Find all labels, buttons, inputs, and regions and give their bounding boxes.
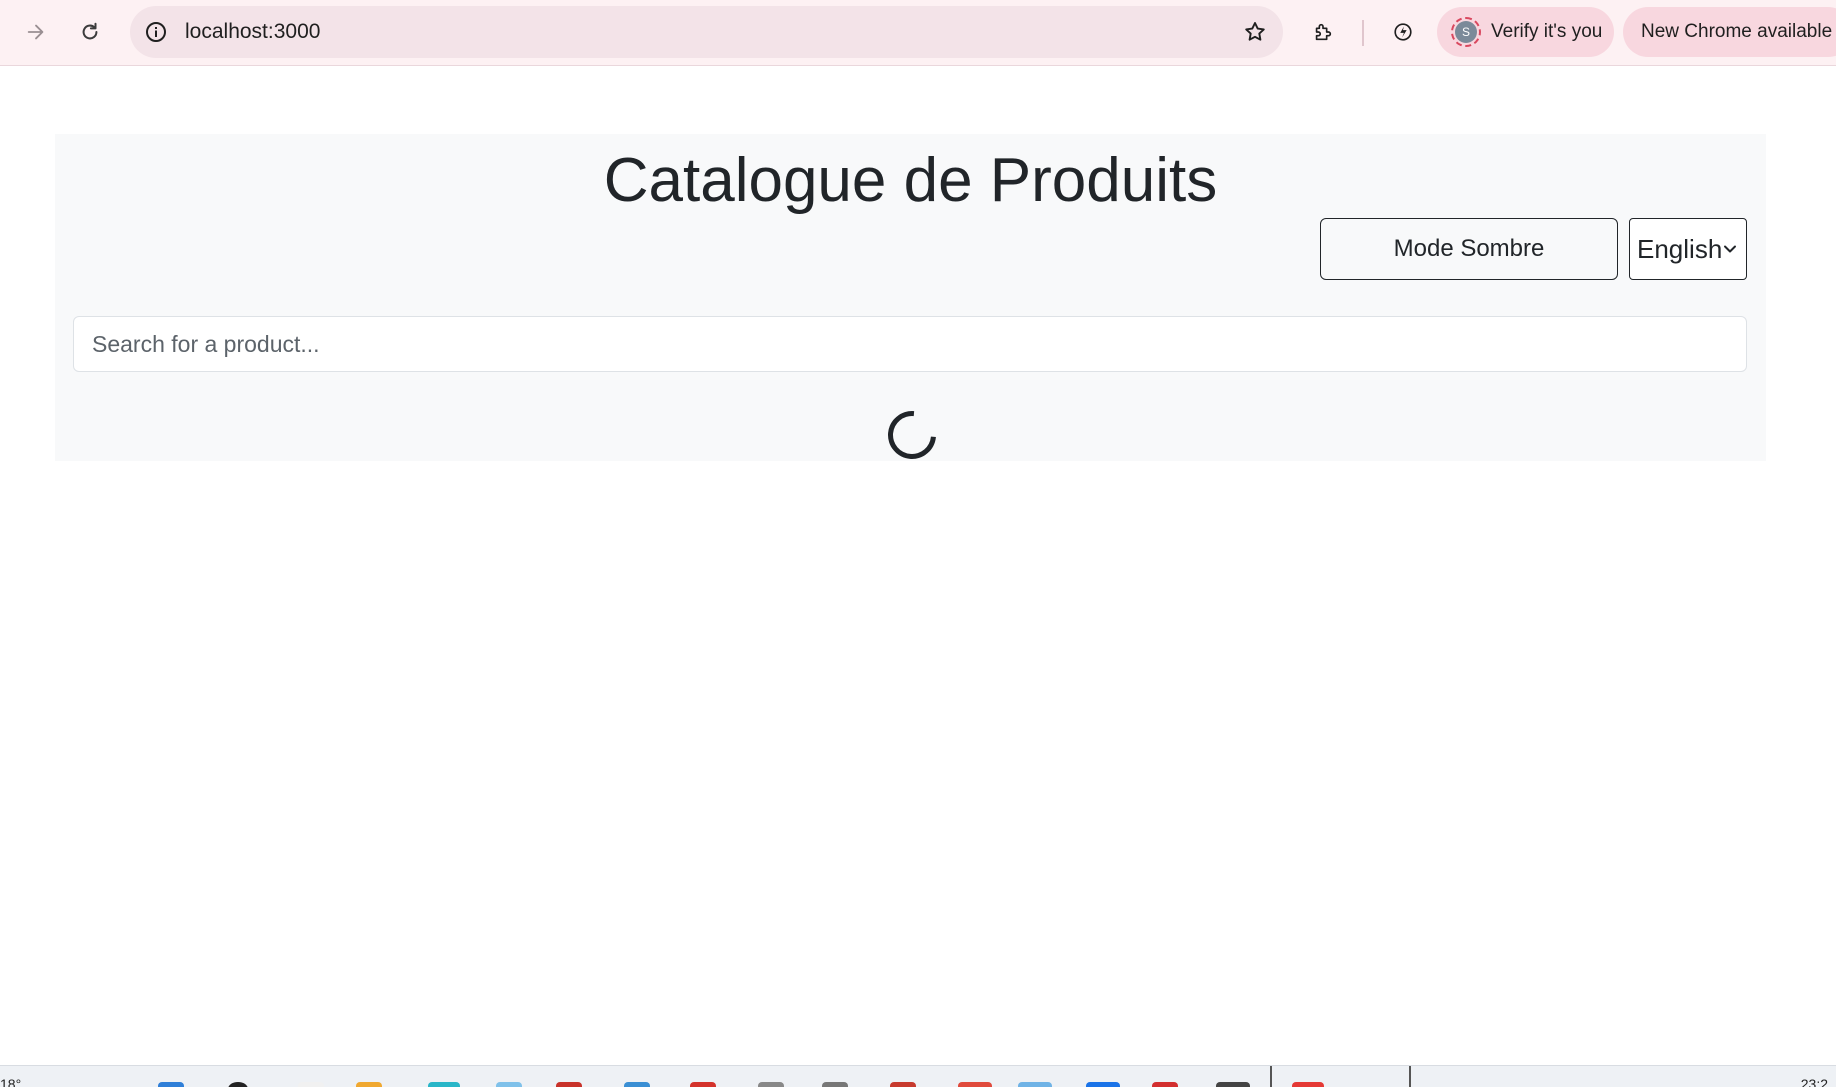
update-chip-label: New Chrome available [1641,21,1833,42]
app-icon[interactable] [1292,1082,1324,1087]
app-icon[interactable] [1152,1082,1178,1087]
app-icon[interactable] [496,1082,522,1087]
app-icon[interactable] [428,1082,460,1087]
speed-icon [1394,23,1412,41]
app-icon[interactable] [690,1082,716,1087]
app-icon[interactable] [624,1082,650,1087]
page-title: Catalogue de Produits [603,146,1218,215]
app-icon[interactable] [890,1082,916,1087]
update-chrome-chip[interactable]: New Chrome available [1623,7,1836,57]
avatar: S [1451,17,1481,47]
arrow-right-icon [27,24,44,40]
verify-identity-chip[interactable]: S Verify it's you [1437,7,1614,57]
avatar-letter: S [1455,21,1477,43]
extensions-button[interactable] [1303,12,1343,52]
browser-toolbar: localhost:3000 S Verify it's you New Chr… [0,0,1836,66]
app-icon[interactable] [1018,1082,1052,1087]
mail-icon[interactable] [556,1082,582,1087]
url-text[interactable]: localhost:3000 [185,6,320,58]
reload-icon [82,22,98,40]
clock[interactable]: 23:2 [1801,1076,1828,1087]
app-icon[interactable] [1086,1082,1120,1087]
language-select[interactable]: English [1629,218,1747,280]
windows-start-icon[interactable] [158,1082,184,1087]
site-info-icon[interactable] [142,18,170,46]
app-icon[interactable] [1216,1082,1250,1087]
catalogue-container: Catalogue de Produits Mode Sombre Englis… [55,134,1766,469]
app-icon[interactable] [228,1082,248,1087]
reload-button[interactable] [70,12,110,52]
verify-chip-label: Verify it's you [1491,21,1603,42]
search-input[interactable] [73,316,1747,372]
taskbar-divider [1409,1066,1411,1087]
taskbar-divider [1270,1066,1272,1087]
chrome-icon[interactable] [958,1082,992,1087]
weather-widget[interactable]: 18° [0,1076,21,1087]
language-selected-value: English [1637,233,1723,264]
chevron-down-icon [1724,245,1736,253]
toolbar-separator [1362,20,1364,46]
puzzle-icon [1315,23,1332,41]
forward-button[interactable] [16,12,56,52]
folder-icon[interactable] [356,1082,382,1087]
app-icon[interactable] [758,1082,784,1087]
app-icon[interactable] [822,1082,848,1087]
os-taskbar: 18° 23:2 [0,1065,1836,1087]
performance-button[interactable] [1383,12,1423,52]
address-bar[interactable]: localhost:3000 [130,6,1283,58]
dark-mode-button[interactable]: Mode Sombre [1320,218,1618,280]
app-icon[interactable] [298,1082,324,1087]
loading-spinner [878,401,946,469]
bookmark-star-icon[interactable] [1241,18,1269,46]
